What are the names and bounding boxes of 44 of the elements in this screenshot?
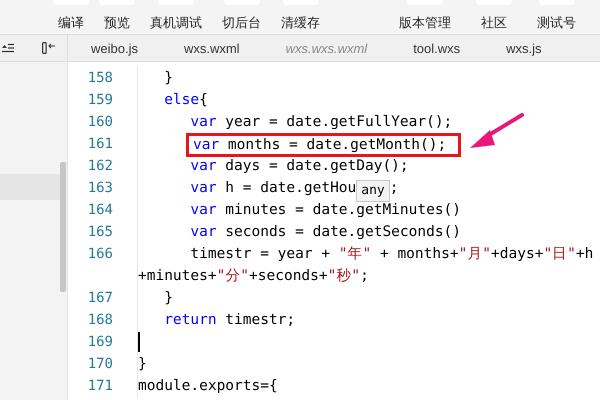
code-line: var seconds = date.getSeconds() xyxy=(189,223,462,242)
line-number: 163 xyxy=(88,180,113,196)
code-line: } xyxy=(138,355,147,374)
line-number: 169 xyxy=(88,334,113,350)
toolbar-button[interactable]: 切后台 xyxy=(214,0,269,34)
toolbar-button[interactable]: 真机调试 xyxy=(142,0,210,34)
code-line: } xyxy=(163,289,173,308)
toolbar-button[interactable]: 清缓存 xyxy=(273,0,328,34)
file-tab[interactable]: wxs.js xyxy=(483,35,565,61)
line-number: 159 xyxy=(88,92,113,108)
line-number: 161 xyxy=(88,136,113,152)
collapse-icon[interactable] xyxy=(42,42,56,54)
scrollbar-thumb[interactable] xyxy=(60,162,66,292)
file-tab[interactable]: weibo.js xyxy=(68,35,161,61)
code-line: var minutes = date.getMinutes() xyxy=(189,201,462,220)
line-number: 166 xyxy=(88,246,113,262)
file-tab[interactable]: wxs.wxml xyxy=(160,35,263,61)
line-number: 160 xyxy=(88,114,113,130)
line-number: 162 xyxy=(88,158,113,174)
sort-icon[interactable] xyxy=(2,43,14,53)
code-line: module.exports={ xyxy=(138,377,278,396)
code-line: ; xyxy=(390,179,398,198)
line-number: 171 xyxy=(88,378,113,394)
line-number: 158 xyxy=(88,70,113,86)
code-line: } xyxy=(163,69,173,88)
toolbar-button[interactable]: 社区 xyxy=(467,0,521,34)
line-number: 170 xyxy=(88,356,113,372)
code-line: var h = date.getHou xyxy=(189,179,356,198)
code-line: var year = date.getFullYear(); xyxy=(189,113,452,132)
toolbar-button[interactable]: 编译 xyxy=(50,0,92,34)
toolbar-button[interactable]: 预览 xyxy=(96,0,138,34)
line-number: 167 xyxy=(88,290,113,306)
toolbar-button[interactable]: 测试号 xyxy=(523,0,590,34)
line-number: 165 xyxy=(88,224,113,240)
code-line: var days = date.getDay(); xyxy=(189,157,409,176)
file-tab[interactable]: tool.wxs xyxy=(390,35,484,61)
code-line: return timestr; xyxy=(163,311,296,330)
toolbar-button[interactable]: 版本管理 xyxy=(385,0,465,34)
line-number: 168 xyxy=(88,312,113,328)
code-line: timestr = year + "年" + months+"月"+days+"日"+h xyxy=(189,245,594,264)
line-number: 164 xyxy=(88,202,113,218)
type-tooltip: any xyxy=(356,180,390,202)
code-line: else{ xyxy=(163,91,208,110)
code-line: +minutes+"分"+seconds+"秒"; xyxy=(138,267,369,286)
